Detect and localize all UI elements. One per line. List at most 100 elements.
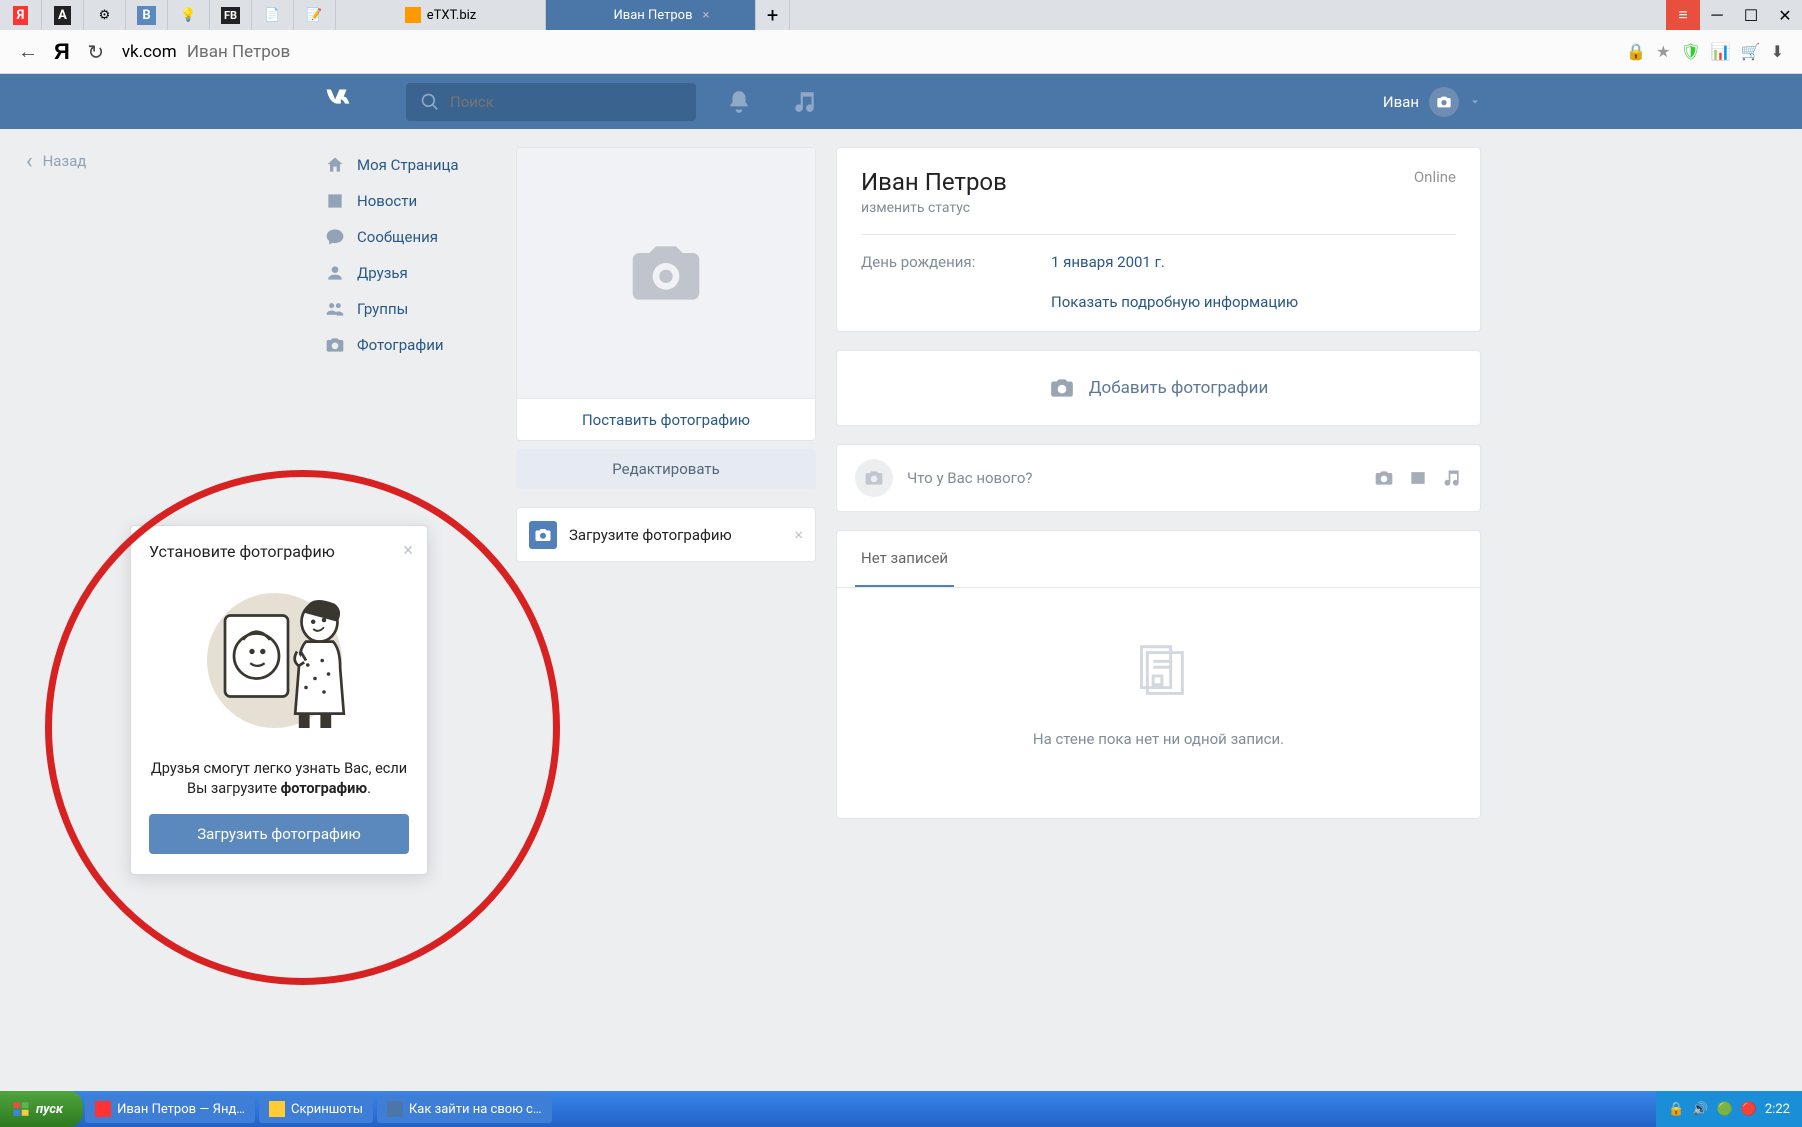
messages-icon (325, 227, 345, 247)
sidebar-item-friends[interactable]: Друзья (321, 255, 496, 291)
clock[interactable]: 2:22 (1765, 1102, 1790, 1117)
tab-bulb[interactable]: 💡 (168, 0, 210, 30)
empty-wall: На стене пока нет ни одной записи. (837, 588, 1480, 818)
close-popup-icon[interactable]: × (403, 540, 413, 561)
change-status-link[interactable]: изменить статус (861, 200, 1456, 216)
popup-title: Установите фотографию (149, 542, 409, 561)
music-icon[interactable] (792, 89, 818, 115)
tab-etxt[interactable]: eTXT.biz (336, 0, 546, 30)
taskbar-item-3[interactable]: Как зайти на свою с… (377, 1095, 552, 1123)
user-name: Иван (1383, 93, 1419, 111)
minimize-button[interactable]: ─ (1700, 0, 1734, 30)
sidebar-item-my-page[interactable]: Моя Страница (321, 147, 496, 183)
notifications-icon[interactable] (726, 89, 752, 115)
tab-active-vk[interactable]: Иван Петров × (546, 0, 756, 30)
profile-info-panel: Online Иван Петров изменить статус День … (836, 147, 1481, 332)
back-button[interactable]: ← (18, 42, 38, 62)
post-box[interactable]: Что у Вас нового? (836, 444, 1481, 512)
tab-active-label: Иван Петров (614, 8, 693, 23)
camera-icon (864, 468, 884, 488)
ext2-icon[interactable]: 🛒 (1741, 42, 1761, 61)
profile-name: Иван Петров (861, 168, 1456, 196)
birthday-label: День рождения: (861, 253, 1051, 271)
star-icon[interactable]: ★ (1656, 42, 1670, 61)
camera-icon (616, 233, 716, 313)
camera-icon (1049, 375, 1075, 401)
yandex-logo-icon[interactable]: Я (54, 39, 70, 65)
tab-b[interactable]: B (126, 0, 168, 30)
tray-icon[interactable]: 🟢 (1717, 1102, 1733, 1117)
vk-logo-icon[interactable] (321, 81, 376, 122)
sidebar-item-photos[interactable]: Фотографии (321, 327, 496, 363)
windows-logo-icon (12, 1100, 30, 1118)
search-input[interactable] (450, 93, 649, 111)
system-tray[interactable]: 🔒 🔊 🟢 🔴 2:22 (1656, 1091, 1802, 1127)
back-link[interactable]: Назад (26, 149, 86, 174)
close-window-button[interactable]: ✕ (1768, 0, 1802, 30)
show-full-info-link[interactable]: Показать подробную информацию (837, 281, 1480, 331)
upload-banner-text[interactable]: Загрузите фотографию (569, 526, 732, 544)
tab-yandex[interactable]: Я (0, 0, 42, 30)
user-menu[interactable]: Иван (1383, 87, 1481, 117)
attach-music-icon[interactable] (1442, 468, 1462, 488)
attach-photo-icon[interactable] (1374, 468, 1394, 488)
tab-a[interactable]: А (42, 0, 84, 30)
sidebar-item-label: Сообщения (357, 228, 438, 246)
tray-icon[interactable]: 🔒 (1668, 1102, 1684, 1117)
set-photo-popup: Установите фотографию × (130, 525, 428, 875)
sidebar-item-label: Моя Страница (357, 156, 459, 174)
search-icon (420, 92, 440, 112)
reload-button[interactable]: ↻ (86, 42, 106, 62)
vk-header: Иван (0, 74, 1802, 129)
url-field[interactable]: vk.com Иван Петров (122, 42, 290, 62)
taskbar-item-2[interactable]: Скриншоты (259, 1095, 373, 1123)
taskbar-item-1[interactable]: Иван Петров — Янд… (85, 1095, 255, 1123)
tab-gear[interactable]: ⚙ (84, 0, 126, 30)
empty-pages-icon (1124, 638, 1194, 708)
add-photos-button[interactable]: Добавить фотографии (836, 350, 1481, 426)
attach-video-icon[interactable] (1408, 468, 1428, 488)
sidebar-item-news[interactable]: Новости (321, 183, 496, 219)
shield-icon[interactable]: 🛡 (1680, 42, 1700, 61)
tab-doc2[interactable]: 📝 (294, 0, 336, 30)
download-icon[interactable]: ⬇ (1771, 42, 1784, 61)
tray-icon[interactable]: 🔴 (1741, 1102, 1757, 1117)
sidebar-item-label: Новости (357, 192, 417, 210)
photos-icon (325, 335, 345, 355)
profile-photo-panel: Поставить фотографию (516, 147, 816, 441)
wall-panel: Нет записей На стене пока нет ни одной з… (836, 530, 1481, 819)
home-icon (325, 155, 345, 175)
camera-badge-icon (529, 521, 557, 549)
edit-button[interactable]: Редактировать (516, 449, 816, 489)
camera-icon (1436, 94, 1452, 110)
popup-text: Друзья смогут легко узнать Вас, если Вы … (149, 759, 409, 800)
sidebar-item-messages[interactable]: Сообщения (321, 219, 496, 255)
close-tab-icon[interactable]: × (703, 8, 710, 23)
new-tab-button[interactable]: + (756, 0, 790, 30)
start-button[interactable]: пуск (0, 1091, 83, 1127)
tab-doc1[interactable]: 📄 (252, 0, 294, 30)
start-label: пуск (36, 1102, 63, 1117)
add-photos-label: Добавить фотографии (1089, 378, 1269, 398)
menu-button[interactable]: ≡ (1666, 0, 1700, 30)
tab-no-posts[interactable]: Нет записей (855, 531, 954, 587)
sidebar-item-label: Друзья (357, 264, 408, 282)
photo-placeholder (517, 148, 815, 398)
lock-icon: 🔒 (1626, 42, 1646, 61)
put-photo-link[interactable]: Поставить фотографию (517, 398, 815, 440)
sidebar-item-groups[interactable]: Группы (321, 291, 496, 327)
tab-fb[interactable]: FB (210, 0, 252, 30)
url-domain: vk.com (122, 42, 177, 62)
upload-photo-button[interactable]: Загрузить фотографию (149, 814, 409, 854)
address-bar: ← Я ↻ vk.com Иван Петров 🔒 ★ 🛡 📊 🛒 ⬇ (0, 30, 1802, 74)
profile-left-column: Поставить фотографию Редактировать Загру… (516, 147, 816, 819)
post-placeholder[interactable]: Что у Вас нового? (907, 469, 1360, 487)
birthday-value[interactable]: 1 января 2001 г. (1051, 253, 1165, 271)
close-banner-icon[interactable]: × (794, 525, 803, 544)
search-box[interactable] (406, 83, 696, 121)
tray-icon[interactable]: 🔊 (1692, 1102, 1708, 1117)
maximize-button[interactable]: ☐ (1734, 0, 1768, 30)
groups-icon (325, 299, 345, 319)
ext1-icon[interactable]: 📊 (1711, 42, 1731, 61)
avatar (1429, 87, 1459, 117)
